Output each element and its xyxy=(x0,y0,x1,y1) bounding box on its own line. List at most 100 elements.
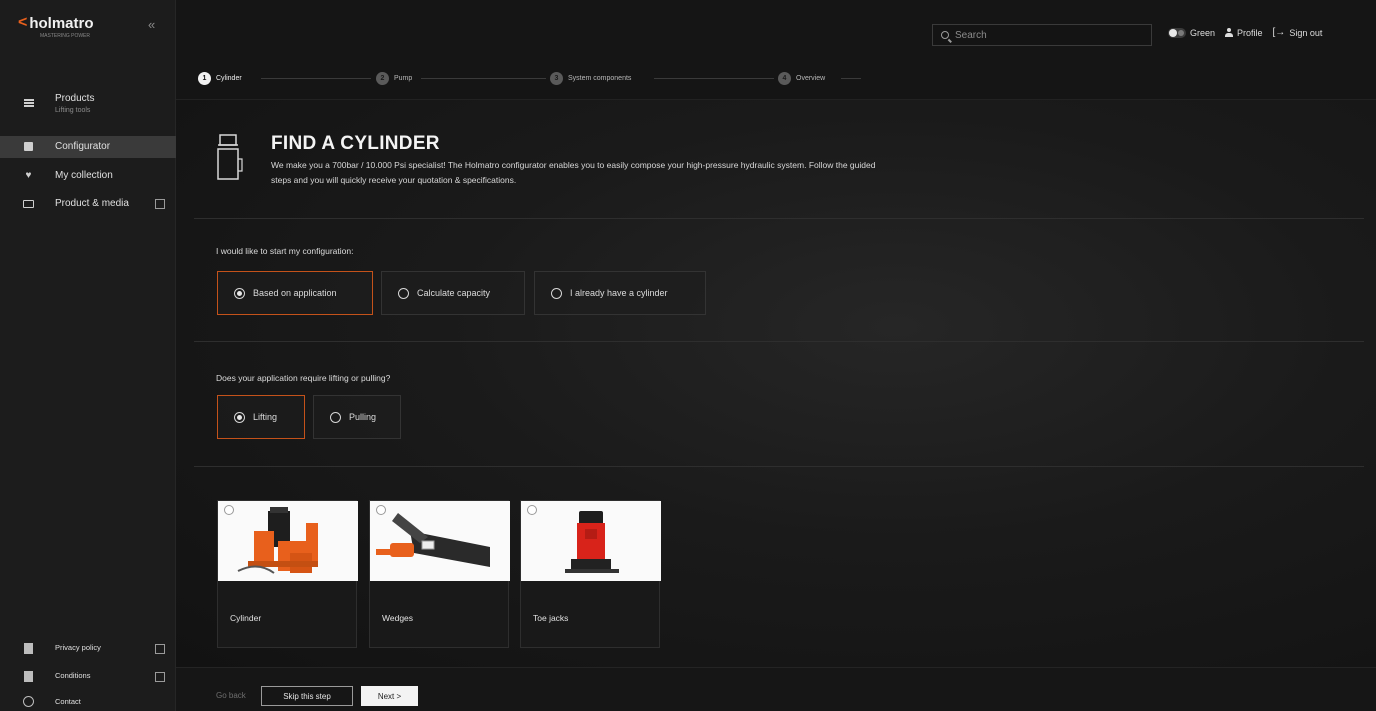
top-bar: Green Profile [→ Sign out xyxy=(176,0,1376,64)
radio-icon xyxy=(398,287,409,299)
option-label: Based on application xyxy=(253,288,337,298)
option-label: Pulling xyxy=(349,412,377,422)
step-connector xyxy=(261,78,371,79)
step-connector xyxy=(841,78,861,79)
toe-jack-product-illustration xyxy=(565,511,619,573)
go-back-link[interactable]: Go back xyxy=(216,691,246,700)
external-link-icon xyxy=(155,672,165,682)
step-overview[interactable]: 4 Overview xyxy=(778,72,825,85)
radio-icon xyxy=(330,411,341,423)
product-card-toe-jacks[interactable]: Toe jacks xyxy=(520,500,661,648)
option-already-have-cylinder[interactable]: I already have a cylinder xyxy=(534,271,706,315)
step-system-components[interactable]: 3 System components xyxy=(550,72,631,85)
next-button[interactable]: Next > xyxy=(361,686,418,706)
page-title: FIND A CYLINDER xyxy=(271,133,440,154)
sidebar-item-products[interactable]: Products Lifting tools xyxy=(0,88,176,118)
step-number: 3 xyxy=(550,72,563,85)
step-cylinder[interactable]: 1 Cylinder xyxy=(198,72,242,85)
step-number: 4 xyxy=(778,72,791,85)
step-connector xyxy=(421,78,546,79)
radio-icon xyxy=(234,411,245,423)
search-icon xyxy=(941,31,949,39)
sign-out-icon: [→ xyxy=(1272,27,1286,38)
divider xyxy=(194,218,1364,219)
page-description: We make you a 700bar / 10.000 Psi specia… xyxy=(271,160,876,185)
collapse-sidebar-icon[interactable]: « xyxy=(148,17,155,32)
option-lifting[interactable]: Lifting xyxy=(217,395,305,439)
option-label: I already have a cylinder xyxy=(570,288,668,298)
radio-icon xyxy=(551,287,562,299)
logo-row: < holmatro MASTERING POWER « xyxy=(0,0,176,64)
sidebar-item-label: Products xyxy=(55,93,95,104)
list-icon xyxy=(23,97,34,108)
product-image-toe-jacks xyxy=(521,501,661,581)
external-link-icon xyxy=(155,644,165,654)
logo-mark: < xyxy=(18,14,27,31)
sidebar-item-product-media[interactable]: Product & media xyxy=(0,193,176,215)
sign-out-link[interactable]: [→ Sign out xyxy=(1273,27,1323,38)
bottom-action-bar: Go back Skip this step Next > xyxy=(176,667,1376,711)
person-icon xyxy=(1225,28,1234,37)
info-icon xyxy=(23,696,34,707)
sidebar-item-label: Privacy policy xyxy=(55,643,101,652)
step-connector xyxy=(654,78,774,79)
sidebar-item-label: Conditions xyxy=(55,671,91,680)
radio-icon xyxy=(234,287,245,299)
sidebar-item-label: My collection xyxy=(55,170,113,181)
product-name: Toe jacks xyxy=(533,613,569,623)
option-calculate-capacity[interactable]: Calculate capacity xyxy=(381,271,525,315)
search-box[interactable] xyxy=(932,24,1152,46)
step-number: 1 xyxy=(198,72,211,85)
sidebar-item-my-collection[interactable]: ♥ My collection xyxy=(0,165,176,187)
sidebar: < holmatro MASTERING POWER « Products Li… xyxy=(0,0,176,711)
heart-icon: ♥ xyxy=(25,170,32,181)
step-number: 2 xyxy=(376,72,389,85)
progress-stepper: 1 Cylinder 2 Pump 3 System components 4 … xyxy=(176,64,1376,100)
product-name: Cylinder xyxy=(230,613,262,623)
sidebar-item-contact[interactable]: Contact xyxy=(0,694,176,710)
option-pulling[interactable]: Pulling xyxy=(313,395,401,439)
product-image-cylinder xyxy=(218,501,358,581)
step-label: Overview xyxy=(796,75,826,82)
document-icon xyxy=(23,671,34,682)
divider xyxy=(194,466,1364,467)
product-card-cylinder[interactable]: Cylinder xyxy=(217,500,358,648)
brand-logo[interactable]: < holmatro xyxy=(18,14,94,32)
wedges-product-illustration xyxy=(376,513,490,567)
product-image-wedges xyxy=(370,501,510,581)
radio-icon xyxy=(376,505,386,515)
sidebar-item-label: Product & media xyxy=(55,198,129,209)
document-icon xyxy=(23,643,34,654)
top-actions: Green Profile [→ Sign out xyxy=(1168,27,1322,38)
step-label: Pump xyxy=(394,75,413,82)
logo-tagline: MASTERING POWER xyxy=(40,33,91,39)
sidebar-item-label: Contact xyxy=(55,697,81,706)
external-link-icon xyxy=(155,199,165,209)
sign-out-label: Sign out xyxy=(1289,27,1323,38)
product-name: Wedges xyxy=(382,613,414,623)
skip-step-button[interactable]: Skip this step xyxy=(261,686,353,706)
divider xyxy=(194,341,1364,342)
monitor-icon xyxy=(23,198,34,209)
product-card-wedges[interactable]: Wedges xyxy=(369,500,510,648)
sidebar-item-privacy-policy[interactable]: Privacy policy xyxy=(0,640,176,658)
theme-label: Green xyxy=(1190,27,1216,38)
radio-icon xyxy=(527,505,537,515)
option-based-on-application[interactable]: Based on application xyxy=(217,271,373,315)
profile-link[interactable]: Profile xyxy=(1225,28,1263,38)
sidebar-item-conditions[interactable]: Conditions xyxy=(0,668,176,686)
main-content: FIND A CYLINDER We make you a 700bar / 1… xyxy=(176,100,1376,667)
configurator-icon xyxy=(23,141,34,152)
step-label: System components xyxy=(568,75,632,82)
sidebar-item-configurator[interactable]: Configurator xyxy=(0,136,176,158)
theme-toggle[interactable]: Green xyxy=(1168,27,1216,38)
toggle-switch-icon xyxy=(1168,27,1186,38)
logo-text: holmatro xyxy=(29,14,94,32)
step-pump[interactable]: 2 Pump xyxy=(376,72,412,85)
cylinder-icon xyxy=(217,134,243,180)
step-label: Cylinder xyxy=(216,75,242,82)
search-input[interactable] xyxy=(955,29,1135,41)
option-label: Lifting xyxy=(253,412,278,422)
sidebar-item-sublabel: Lifting tools xyxy=(55,107,91,114)
option-label: Calculate capacity xyxy=(417,288,491,298)
